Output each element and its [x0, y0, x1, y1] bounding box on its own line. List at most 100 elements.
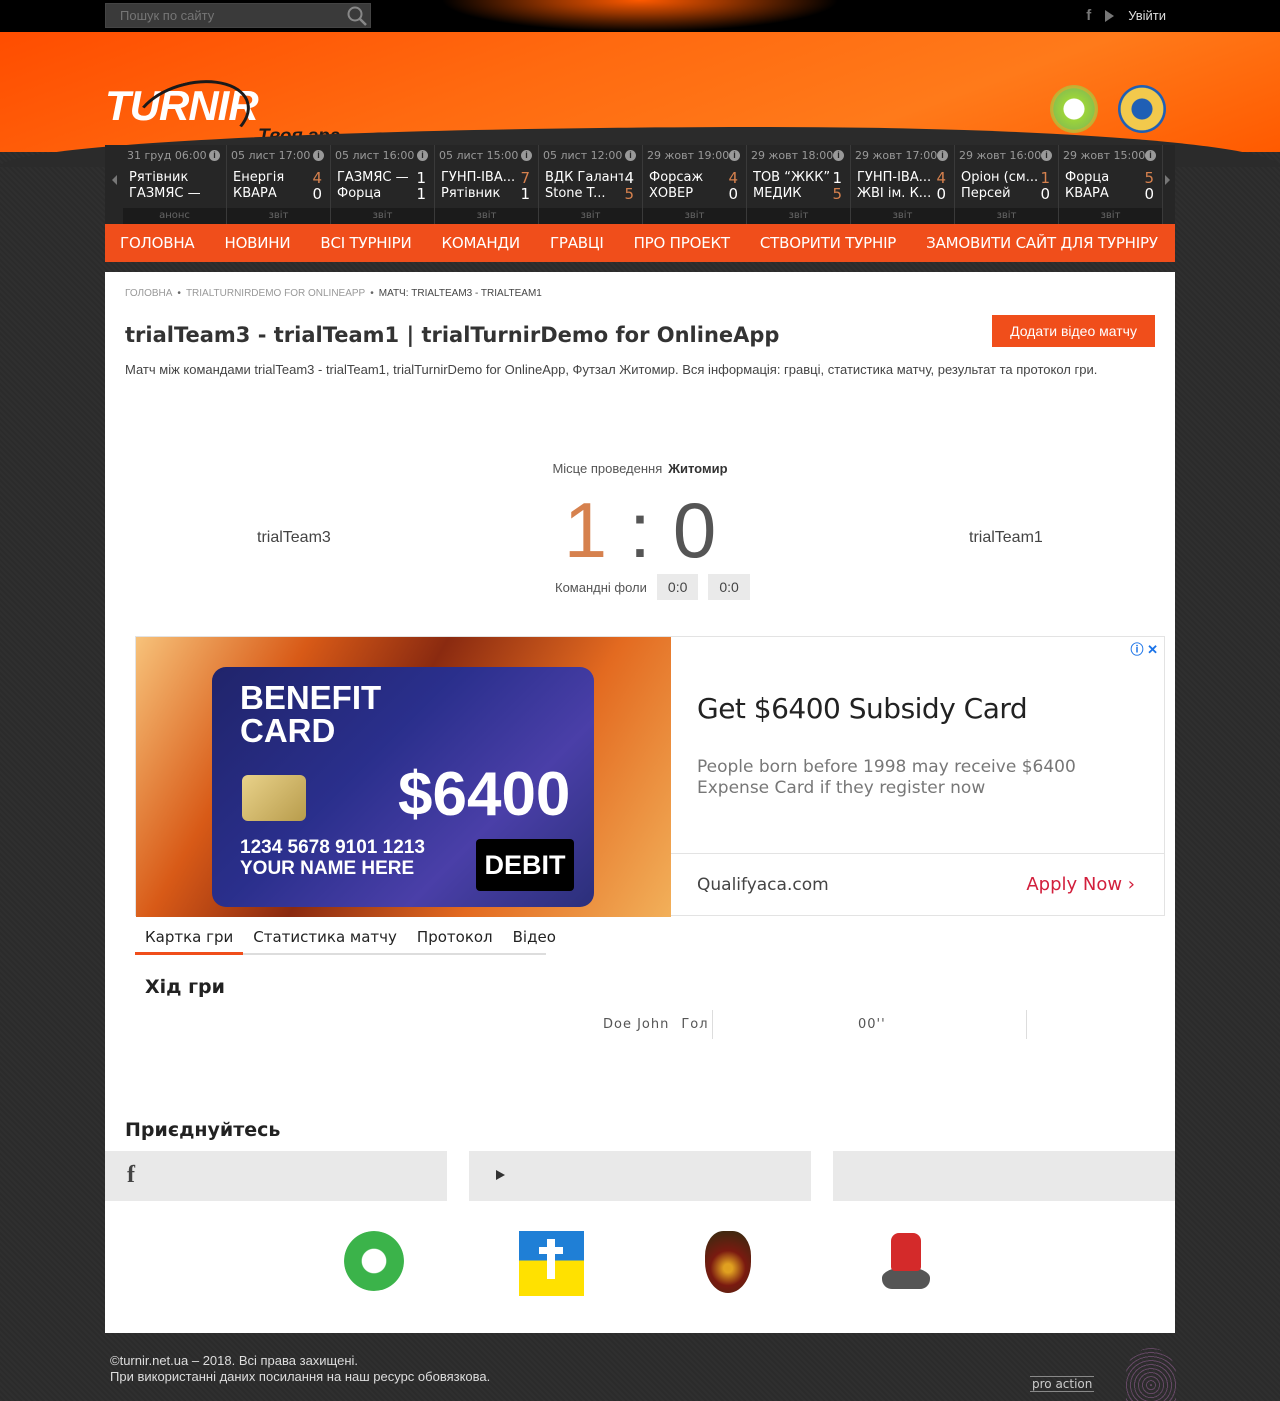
site-logo[interactable]: TURNIR Твоя гра [105, 68, 340, 166]
info-icon[interactable]: i [937, 150, 948, 161]
partner-logo-federation[interactable] [344, 1231, 404, 1291]
ticker-match[interactable]: 29 жовт 18:00 i ТОВ “ЖКК” 1 МЕДИК 5 звіт [747, 145, 851, 224]
ticker-away-score: 0 [728, 185, 738, 203]
ad-headline[interactable]: Get $6400 Subsidy Card [697, 692, 1028, 725]
nav-about[interactable]: Про проект [619, 224, 745, 262]
partner-logo-fist[interactable] [878, 1231, 934, 1291]
away-team[interactable]: trialTeam1 [969, 529, 1043, 547]
nav-news[interactable]: Новини [209, 224, 305, 262]
nav-home[interactable]: Головна [105, 224, 209, 262]
developer-logo[interactable]: pro action [1030, 1376, 1095, 1392]
ad-cta-button[interactable]: Apply Now › [1026, 874, 1135, 895]
info-icon[interactable]: i [313, 150, 324, 161]
ticker-report-link[interactable]: звіт [851, 208, 954, 224]
team-fouls: Командні фоли 0:0 0:0 [555, 574, 750, 600]
ticker-away-team: МЕДИК [753, 186, 802, 201]
venue-value: Житомир [668, 461, 728, 476]
ticker-match[interactable]: 05 лист 17:00 i Енергія 4 КВАРА 0 звіт [227, 145, 331, 224]
ticker-home-team: ГУНП-ІВА... [441, 170, 516, 185]
login-link[interactable]: Увійти [1128, 8, 1166, 23]
ticker-match[interactable]: 29 жовт 17:00 i ГУНП-ІВА... 4 ЖВІ ім. К... 0 з… [851, 145, 955, 224]
copyright: ©turnir.net.ua – 2018. Всі права захищен… [110, 1353, 359, 1368]
fouls-label: Командні фоли [555, 579, 647, 595]
facebook-icon[interactable]: f [1086, 7, 1091, 24]
join-heading: Приєднуйтесь [125, 1119, 281, 1141]
association-emblem[interactable] [1118, 85, 1166, 133]
facebook-widget[interactable]: f [105, 1151, 447, 1201]
ticker-match[interactable]: 05 лист 12:00 i ВДК Галант 4 Stone T... 5 звіт [539, 145, 643, 224]
ticker-match[interactable]: 29 жовт 15:00 i Форца 5 КВАРА 0 звіт [1059, 145, 1163, 224]
ad-site[interactable]: Qualifyaca.com [697, 875, 829, 895]
ticker-report-link[interactable]: звіт [331, 208, 434, 224]
nav-teams[interactable]: Команди [426, 224, 534, 262]
search-input[interactable] [106, 4, 336, 27]
ticker-match[interactable]: 29 жовт 16:00 i Оріон (см... 1 Персей 0 звіт [955, 145, 1059, 224]
ticker-away-score: 5 [624, 185, 634, 203]
ticker-report-link[interactable]: звіт [539, 208, 642, 224]
ticker-home-team: Енергія [233, 170, 285, 185]
ticker-report-link[interactable]: звіт [643, 208, 746, 224]
ticker-report-link[interactable]: анонс [123, 208, 226, 224]
nav-players[interactable]: Гравці [535, 224, 619, 262]
tab-game-card[interactable]: Картка гри [135, 922, 244, 955]
partner-logo-christian-league[interactable] [519, 1231, 584, 1296]
ticker-report-link[interactable]: звіт [227, 208, 330, 224]
nav-order-site[interactable]: Замовити сайт для турніру [911, 224, 1173, 262]
info-icon[interactable]: i [521, 150, 532, 161]
score-separator: : [629, 486, 651, 574]
nav-create-tournament[interactable]: Створити турнір [745, 224, 911, 262]
youtube-icon[interactable] [1105, 9, 1115, 22]
info-icon[interactable]: i [417, 150, 428, 161]
ticker-report-link[interactable]: звіт [747, 208, 850, 224]
ticker-date: 05 лист 12:00 [543, 149, 623, 162]
ticker-report-link[interactable]: звіт [955, 208, 1058, 224]
tab-protocol[interactable]: Протокол [407, 922, 503, 955]
youtube-widget[interactable] [469, 1151, 811, 1201]
info-icon[interactable]: i [625, 150, 636, 161]
ticker-date: 31 груд 06:00 [127, 149, 207, 162]
social-widget[interactable] [833, 1151, 1175, 1201]
search-icon[interactable] [346, 5, 368, 27]
ticker-away-team: ЖВІ ім. К... [857, 186, 932, 201]
breadcrumb-home[interactable]: Головна [125, 288, 172, 299]
ticker-away-score: 1 [416, 185, 426, 203]
federation-emblem[interactable] [1050, 85, 1098, 133]
ticker-away-team: ХОВЕР [649, 186, 694, 201]
tab-statistics[interactable]: Статистика матчу [243, 922, 407, 955]
info-icon[interactable]: i [1041, 150, 1052, 161]
ad-card-title: BENEFIT CARD [240, 679, 382, 749]
ad-card-amount: $6400 [398, 760, 571, 829]
ticker-next-icon[interactable] [1165, 175, 1170, 185]
breadcrumb-tournament[interactable]: trialTurnirDemo for OnlineApp [186, 288, 365, 299]
partner-logo-fortuna[interactable] [705, 1231, 751, 1293]
ticker-away-team: КВАРА [1065, 186, 1109, 201]
info-icon[interactable]: i [1145, 150, 1156, 161]
ticker-match[interactable]: 29 жовт 19:00 i Форсаж 4 ХОВЕР 0 звіт [643, 145, 747, 224]
ticker-prev-icon[interactable] [112, 175, 117, 185]
ticker-home-team: Оріон (см... [961, 170, 1039, 185]
info-icon[interactable]: i [729, 150, 740, 161]
ad-close-icon[interactable]: ⓘ ✕ [1130, 639, 1158, 658]
ticker-date: 29 жовт 15:00 [1063, 149, 1146, 162]
venue: Місце проведення Житомир [105, 461, 1175, 476]
nav-tournaments[interactable]: Всі турніри [305, 224, 426, 262]
info-icon[interactable]: i [209, 150, 220, 161]
ticker-report-link[interactable]: звіт [1059, 208, 1162, 224]
info-icon[interactable]: i [833, 150, 844, 161]
event-player[interactable]: Doe John [603, 1017, 669, 1032]
advertisement[interactable]: BENEFIT CARD $6400 1234 5678 9101 1213 YOU… [135, 636, 1165, 917]
home-score: 1 [563, 486, 608, 574]
ticker-away-team: Форца [337, 186, 382, 201]
ad-image[interactable]: BENEFIT CARD $6400 1234 5678 9101 1213 YOU… [136, 637, 671, 917]
home-fouls: 0:0 [656, 574, 699, 600]
ticker-report-link[interactable]: звіт [435, 208, 538, 224]
site-header: TURNIR Твоя гра [0, 32, 1280, 167]
ticker-match[interactable]: 05 лист 15:00 i ГУНП-ІВА... 7 Рятівник 1 звіт [435, 145, 539, 224]
top-glow [440, 0, 840, 32]
match-tabs: Картка гри Статистика матчу Протокол Від… [135, 922, 556, 955]
ticker-match[interactable]: 31 груд 06:00 i Рятівник ГАЗМЯС — анонс [123, 145, 227, 224]
tab-video[interactable]: Відео [503, 922, 566, 955]
add-video-button[interactable]: Додати відео матчу [992, 315, 1155, 347]
ticker-home-team: ТОВ “ЖКК” [753, 170, 831, 185]
ticker-match[interactable]: 05 лист 16:00 i ГАЗМЯС —1 Форца 1 звіт [331, 145, 435, 224]
